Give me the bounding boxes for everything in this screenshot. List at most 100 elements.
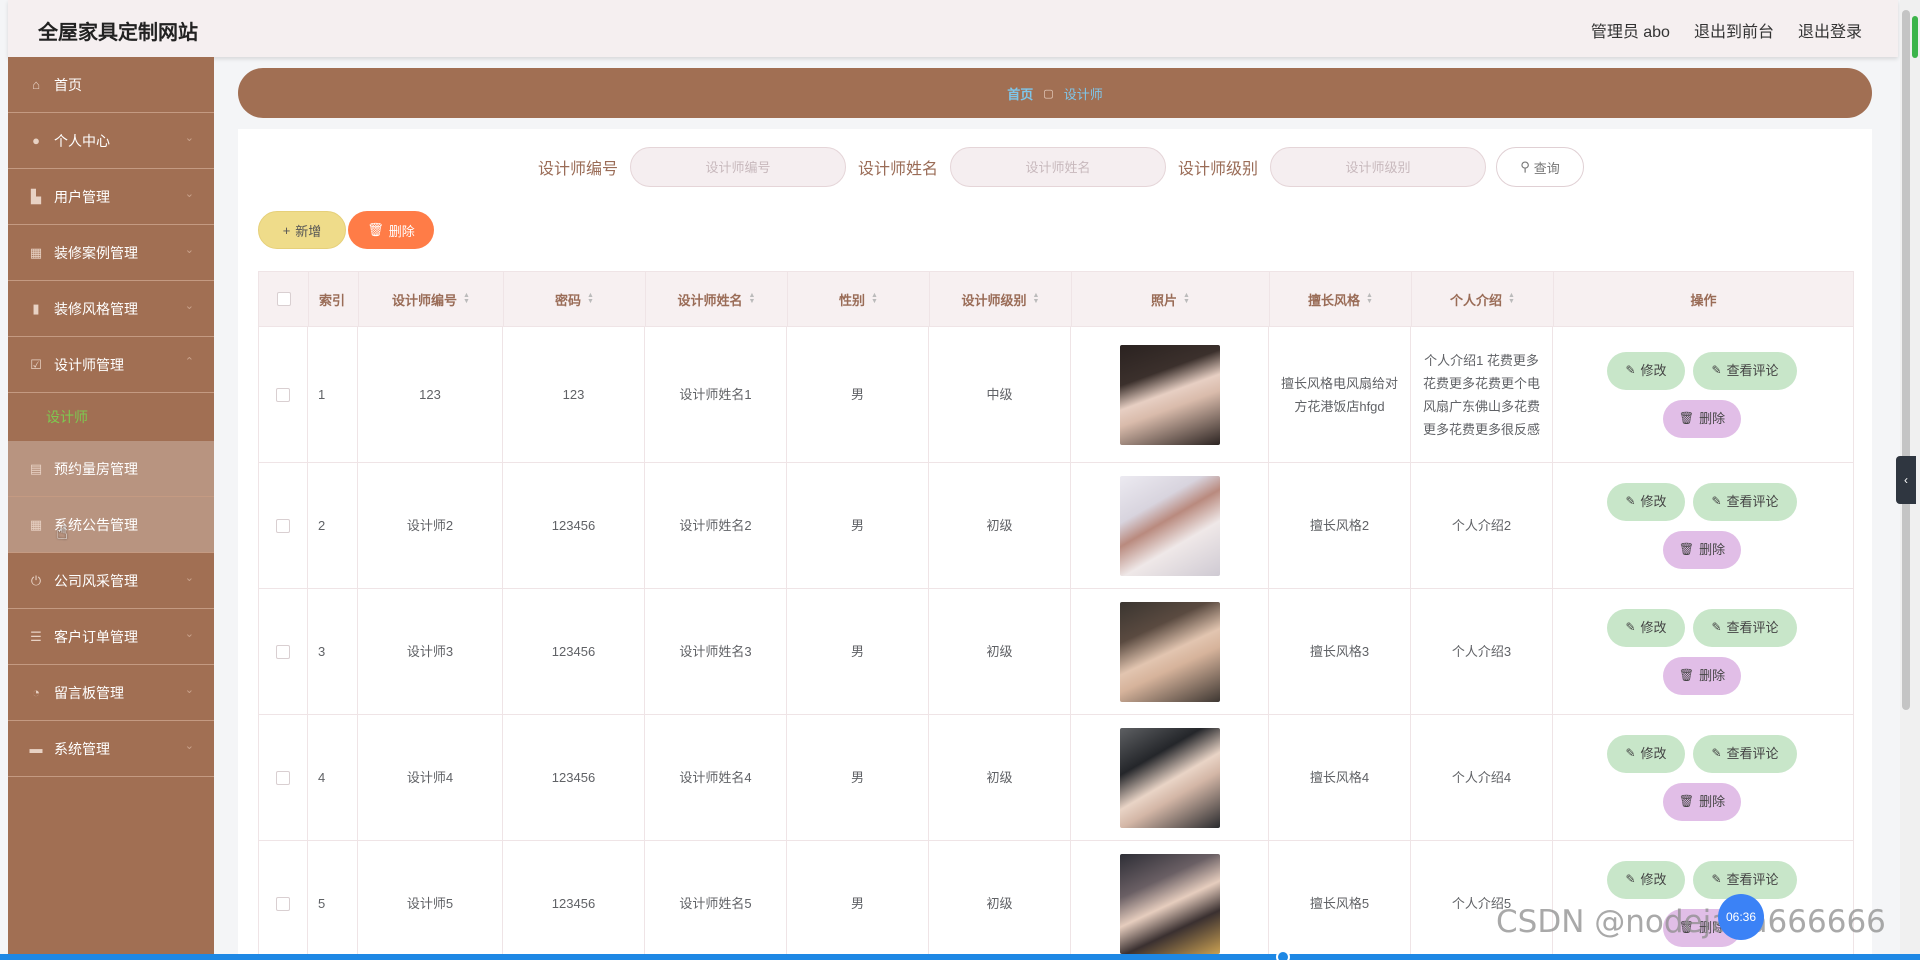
search-button[interactable]: ⚲ 查询 — [1496, 147, 1585, 187]
cell-style: 擅长风格5 — [1269, 841, 1411, 960]
breadcrumb-home[interactable]: 首页 — [1007, 84, 1033, 103]
progress-knob[interactable] — [1276, 950, 1290, 960]
chevron-down-icon: ⌄ — [184, 188, 194, 200]
column-header[interactable]: 个人介绍 ▲ ▼ — [1412, 272, 1554, 326]
recording-timer[interactable]: 06:36 — [1718, 894, 1764, 940]
add-button[interactable]: + 新增 — [258, 211, 346, 249]
column-header-label: 擅长风格 — [1308, 292, 1361, 308]
delete-button[interactable]: 🗑 删除 — [1663, 399, 1741, 438]
designer-level-input[interactable] — [1270, 147, 1487, 187]
column-header[interactable]: 设计师级别 ▲ ▼ — [930, 272, 1072, 326]
edit-button[interactable]: ✎ 修改 — [1607, 734, 1685, 773]
delete-button[interactable]: 🗑 删除 — [1663, 656, 1741, 695]
sidebar-item-profile[interactable]: ● 个人中心 ⌄ — [8, 113, 214, 169]
edit-button[interactable]: ✎ 修改 — [1607, 608, 1685, 647]
cell-intro: 个人介绍5 — [1411, 841, 1553, 960]
column-header[interactable]: 设计师姓名 ▲ ▼ — [646, 272, 788, 326]
row-checkbox[interactable] — [276, 896, 290, 911]
status-marker — [1912, 16, 1918, 58]
cell-gender: 男 — [787, 589, 929, 714]
sidebar-item-designers[interactable]: ☑ 设计师管理 ⌃ — [8, 337, 214, 393]
exit-to-front-link[interactable]: 退出到前台 — [1694, 18, 1774, 42]
row-checkbox[interactable] — [276, 644, 290, 659]
column-header-label: 设计师级别 — [961, 292, 1027, 308]
delete-button[interactable]: 🗑 删除 — [1663, 530, 1741, 569]
pencil-icon: ✎ — [1625, 494, 1636, 508]
cell-name: 设计师姓名4 — [645, 715, 787, 840]
delete-button-label: 删除 — [1699, 411, 1726, 426]
sidebar-subitem-designer[interactable]: 设计师 — [8, 393, 214, 441]
column-header-label: 密码 — [555, 292, 582, 308]
pencil-icon: ✎ — [1625, 872, 1636, 886]
search-label-code: 设计师编号 — [537, 161, 618, 178]
cell-level: 初级 — [929, 715, 1071, 840]
edit-button[interactable]: ✎ 修改 — [1607, 351, 1685, 390]
view-comments-button[interactable]: ✎ 查看评论 — [1693, 860, 1797, 899]
row-checkbox[interactable] — [276, 770, 290, 785]
designer-code-input[interactable] — [629, 147, 846, 187]
edit-button[interactable]: ✎ 修改 — [1607, 482, 1685, 521]
sidebar-item-appointments[interactable]: ▤ 预约量房管理 — [8, 441, 214, 497]
cell-photo — [1071, 715, 1269, 840]
view-comments-label: 查看评论 — [1726, 494, 1779, 509]
column-header[interactable]: 擅长风格 ▲ ▼ — [1270, 272, 1412, 326]
top-bar: 全屋家具定制网站 管理员 abo 退出到前台 退出登录 — [8, 0, 1898, 57]
cell-photo — [1071, 327, 1269, 462]
delete-button[interactable]: 🗑 删除 — [1663, 782, 1741, 821]
designer-photo[interactable] — [1119, 601, 1220, 702]
column-header-label: 性别 — [839, 292, 866, 308]
edit-button-label: 修改 — [1640, 872, 1667, 887]
trash-icon: 🗑 — [367, 222, 384, 237]
column-header[interactable]: 设计师编号 ▲ ▼ — [359, 272, 504, 326]
sidebar-item-announcements[interactable]: ▦ 系统公告管理 — [8, 497, 214, 553]
designer-name-input[interactable] — [950, 147, 1166, 187]
bar-chart-icon: ▮ — [32, 300, 40, 316]
cell-intro: 个人介绍1 花费更多花费更多花费更个电风扇广东佛山多花费更多花费更多很反感 — [1411, 327, 1553, 462]
row-actions: ✎ 修改 ✎ 查看评论 🗑 删除 — [1607, 351, 1797, 438]
sidebar-item-cases[interactable]: ▦ 装修案例管理 ⌄ — [8, 225, 214, 281]
row-checkbox[interactable] — [276, 518, 290, 533]
hand-cursor-icon: ☝ — [56, 522, 69, 544]
breadcrumb-current: 设计师 — [1063, 86, 1103, 102]
cell-photo — [1071, 841, 1269, 960]
column-header[interactable]: 密码 ▲ ▼ — [504, 272, 646, 326]
column-header-label: 照片 — [1151, 292, 1178, 308]
view-comments-button[interactable]: ✎ 查看评论 — [1693, 351, 1797, 390]
sidebar-item-messages[interactable]: ◔ 留言板管理 ⌄ — [8, 665, 214, 721]
cell-gender: 男 — [787, 327, 929, 462]
sidebar-item-users[interactable]: ▙ 用户管理 ⌄ — [8, 169, 214, 225]
sidebar-item-system[interactable]: ▬ 系统管理 ⌄ — [8, 721, 214, 777]
sidebar-item-orders[interactable]: ☰ 客户订单管理 ⌄ — [8, 609, 214, 665]
logout-link[interactable]: 退出登录 — [1798, 18, 1862, 42]
designer-photo[interactable] — [1119, 344, 1220, 445]
view-comments-button[interactable]: ✎ 查看评论 — [1693, 608, 1797, 647]
edit-button[interactable]: ✎ 修改 — [1607, 860, 1685, 899]
sidebar-item-label: 留言板管理 — [54, 684, 124, 701]
select-all-checkbox[interactable] — [276, 292, 291, 306]
scrollbar[interactable] — [1902, 10, 1910, 710]
row-select-cell — [259, 589, 308, 714]
column-header[interactable]: 照片 ▲ ▼ — [1072, 272, 1270, 326]
sidebar-item-company[interactable]: ⏻ 公司风采管理 ⌄ — [8, 553, 214, 609]
sidebar-item-home[interactable]: ⌂ 首页 — [8, 57, 214, 113]
row-checkbox[interactable] — [276, 387, 290, 402]
view-comments-button[interactable]: ✎ 查看评论 — [1693, 734, 1797, 773]
designer-photo[interactable] — [1119, 727, 1220, 828]
chevron-down-icon: ⌄ — [184, 740, 194, 752]
table-header: 索引 设计师编号 ▲ ▼ 密码 ▲ ▼ 设计师姓名 ▲ ▼ 性别 ▲ ▼ 设计师级别 ▲ ▼ 照片 ▲… — [258, 271, 1854, 327]
designer-photo[interactable] — [1119, 853, 1220, 954]
users-icon: ▙ — [31, 188, 41, 204]
sort-icon: ▲ ▼ — [1508, 292, 1515, 305]
view-comments-button[interactable]: ✎ 查看评论 — [1693, 482, 1797, 521]
column-header-label: 设计师编号 — [392, 292, 458, 308]
pencil-icon: ✎ — [1711, 746, 1722, 760]
column-header[interactable]: 性别 ▲ ▼ — [788, 272, 930, 326]
batch-delete-button[interactable]: 🗑 删除 — [348, 211, 434, 249]
cell-name: 设计师姓名3 — [645, 589, 787, 714]
sidebar-item-styles[interactable]: ▮ 装修风格管理 ⌄ — [8, 281, 214, 337]
cell-level: 初级 — [929, 463, 1071, 588]
view-comments-label: 查看评论 — [1726, 363, 1779, 378]
table-row: 1 123 123 设计师姓名1 男 中级 擅长风格电风扇给对方花港饭店hfgd… — [258, 327, 1854, 463]
designer-photo[interactable] — [1119, 475, 1220, 576]
cell-actions: ✎ 修改 ✎ 查看评论 🗑 删除 — [1553, 327, 1851, 462]
